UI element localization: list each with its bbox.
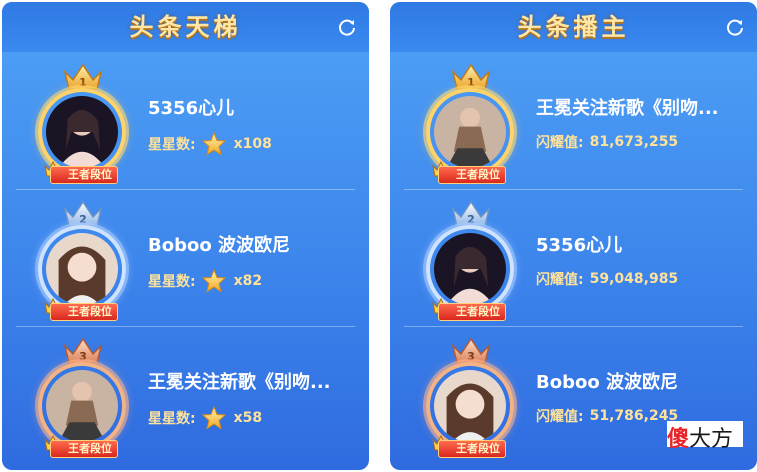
star-icon [201,132,226,156]
star-count: 星星数: x82 [148,269,262,293]
star-count: 星星数: x108 [148,132,272,156]
stat-value: x82 [233,273,263,289]
ranking-row[interactable]: 3 王者段位 王冕关注新歌《别吻... 星星数: x58 [16,328,355,464]
star-icon [201,269,226,293]
ranking-row[interactable]: 2 王者段位 Boboo 波波欧尼 星星数: x82 [16,191,355,327]
rank-badge: 王者段位 [438,166,506,184]
stat-label: 闪耀值: [536,409,584,425]
panel-title: 头条天梯 [129,13,242,41]
watermark-red-text: 傻 [667,427,690,452]
refresh-icon[interactable] [725,17,745,37]
ranking-row[interactable]: 2 王者段位 5356心儿 闪耀值: 59,048,985 [404,191,743,327]
hosts-panel: 头条播主 1 王者段位 王冕关注新歌《别吻... 闪耀值: 81,673,255 [390,2,757,470]
refresh-icon[interactable] [337,17,357,37]
avatar-photo [434,96,506,168]
shine-value: 闪耀值: 81,673,255 [536,132,678,152]
avatar[interactable]: 2 王者段位 [32,199,132,323]
user-name[interactable]: Boboo 波波欧尼 [148,231,290,257]
user-name[interactable]: 5356心儿 [148,94,234,120]
stat-value: 51,786,245 [589,408,679,424]
stat-value: 59,048,985 [589,271,679,287]
stat-value: 81,673,255 [589,134,679,150]
star-icon [201,406,226,430]
avatar-photo [46,233,118,305]
stat-label: 闪耀值: [536,272,584,288]
divider [404,326,743,327]
user-name[interactable]: 王冕关注新歌《别吻... [148,368,331,394]
user-name[interactable]: 5356心儿 [536,231,622,257]
avatar[interactable]: 2 王者段位 [420,199,520,323]
avatar[interactable]: 1 王者段位 [420,62,520,186]
divider [404,189,743,190]
user-name[interactable]: Boboo 波波欧尼 [536,368,678,394]
avatar-photo [46,370,118,442]
ranking-row[interactable]: 1 王者段位 王冕关注新歌《别吻... 闪耀值: 81,673,255 [404,54,743,190]
rank-badge: 王者段位 [50,166,118,184]
star-count: 星星数: x58 [148,406,262,430]
divider [16,326,355,327]
hosts-header: 头条播主 [390,2,757,52]
stat-value: x58 [233,410,263,426]
stat-value: x108 [233,136,272,152]
rank-badge: 王者段位 [438,440,506,458]
rank-badge: 王者段位 [50,440,118,458]
avatar[interactable]: 3 王者段位 [420,336,520,460]
ranking-row[interactable]: 1 王者段位 5356心儿 星星数: x108 [16,54,355,190]
shine-value: 闪耀值: 59,048,985 [536,269,678,289]
ladder-panel: 头条天梯 1 王者段位 5356心儿 星星数: x108 2 王者段位 Bobo… [2,2,369,470]
avatar[interactable]: 3 王者段位 [32,336,132,460]
stat-label: 星星数: [148,411,196,427]
ladder-header: 头条天梯 [2,2,369,52]
user-name[interactable]: 王冕关注新歌《别吻... [536,94,719,120]
avatar-photo [434,370,506,442]
stat-label: 闪耀值: [536,135,584,151]
panel-title: 头条播主 [517,13,630,41]
avatar-photo [46,96,118,168]
avatar[interactable]: 1 王者段位 [32,62,132,186]
shine-value: 闪耀值: 51,786,245 [536,406,678,426]
divider [16,189,355,190]
watermark: 傻大方 [667,421,743,452]
stat-label: 星星数: [148,274,196,290]
avatar-photo [434,233,506,305]
watermark-black-text: 大方 [689,427,734,452]
rank-badge: 王者段位 [50,303,118,321]
stat-label: 星星数: [148,137,196,153]
rank-badge: 王者段位 [438,303,506,321]
